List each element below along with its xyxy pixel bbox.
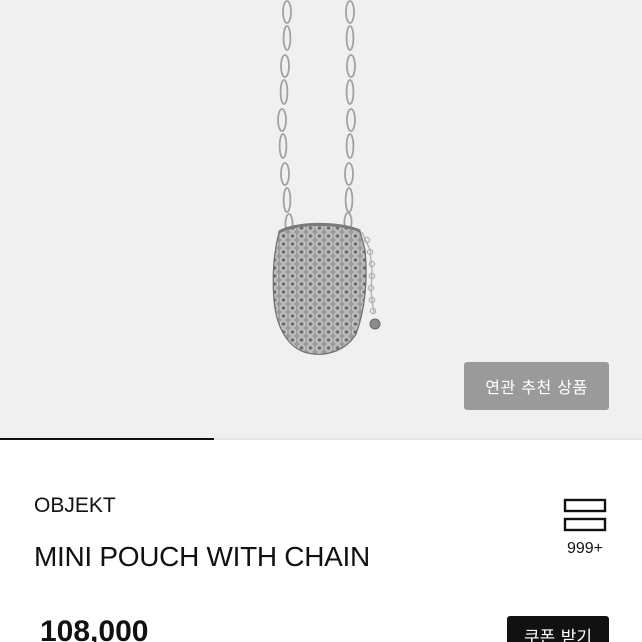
- brand-name[interactable]: OBJEKT: [34, 494, 116, 518]
- get-coupon-button[interactable]: 쿠폰 받기: [507, 616, 609, 642]
- product-image-gallery[interactable]: 연관 추천 상품: [0, 0, 642, 440]
- product-price: 108,000: [40, 615, 149, 642]
- mesh-pouch: [272, 223, 367, 355]
- list-count: 999+: [566, 540, 604, 557]
- list-stack-icon: [563, 498, 607, 532]
- right-chain: [343, 0, 356, 232]
- product-title: MINI POUCH WITH CHAIN: [34, 541, 370, 572]
- gallery-progress-fill: [0, 438, 214, 440]
- left-chain: [277, 0, 294, 235]
- gallery-progress-track: [0, 438, 642, 440]
- chain-end-bead: [369, 318, 381, 330]
- wish-list-button[interactable]: 999+: [560, 498, 610, 568]
- related-products-button[interactable]: 연관 추천 상품: [464, 362, 609, 410]
